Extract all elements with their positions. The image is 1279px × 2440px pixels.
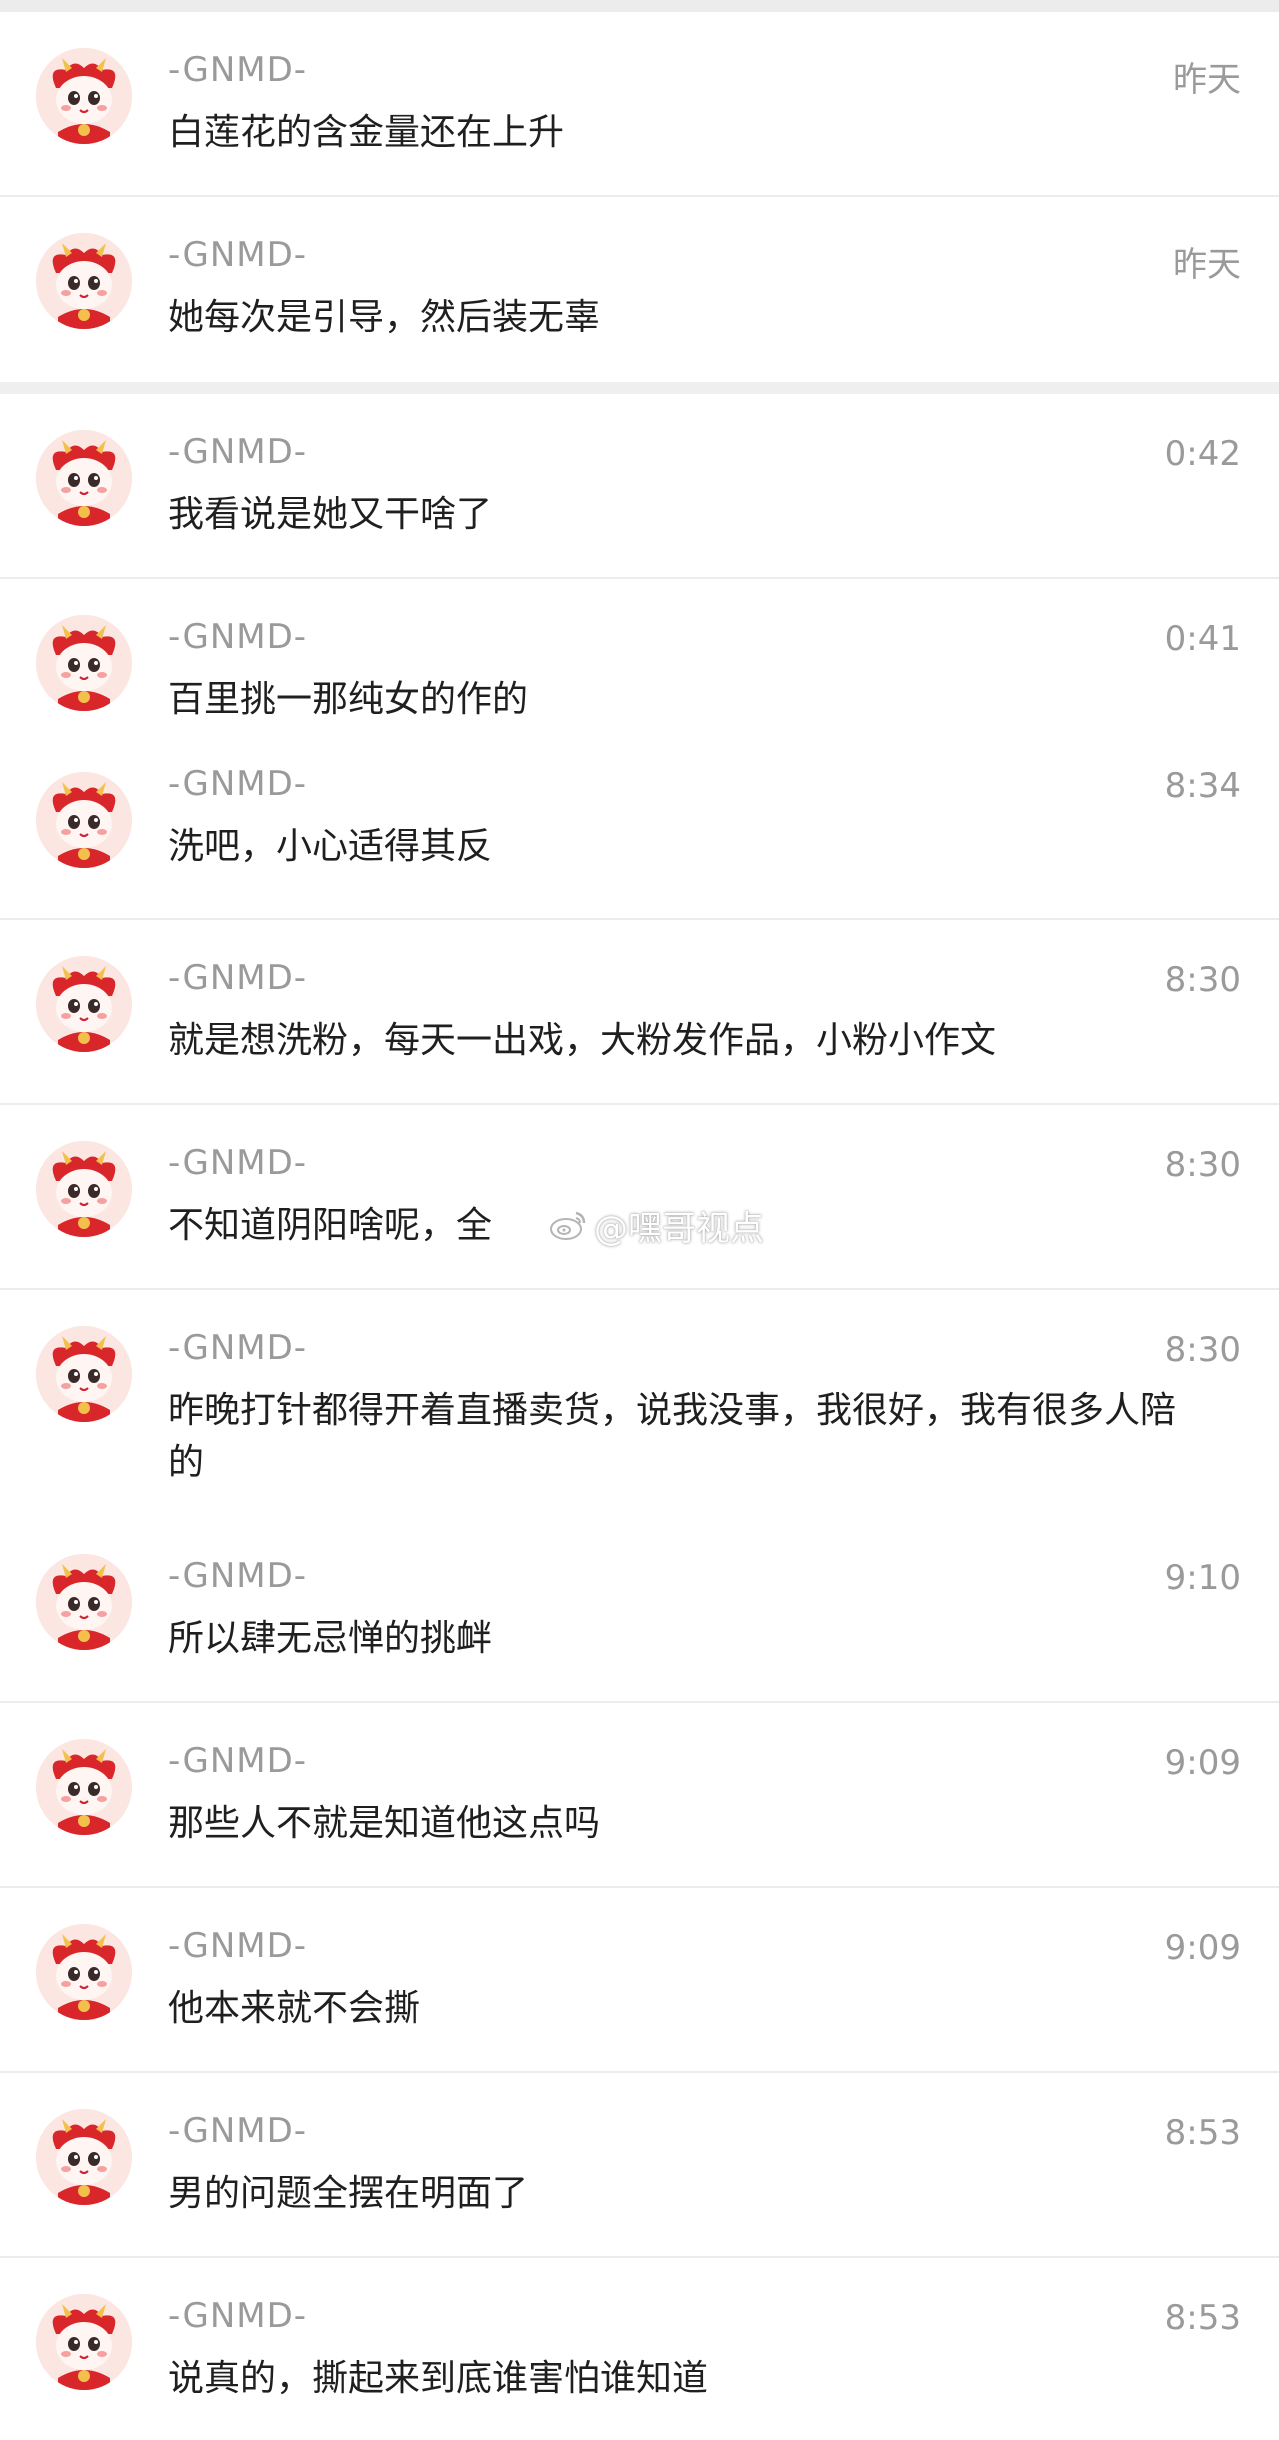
chat-row[interactable]: -GNMD- 9:09 那些人不就是知道他这点吗 [0,1703,1279,1888]
sender-name: -GNMD- [168,2111,308,2151]
sender-name: -GNMD- [168,1143,308,1183]
message-preview: 洗吧，小心适得其反 [168,826,493,867]
chat-row[interactable]: -GNMD- 9:10 所以肆无忌惮的挑衅 [0,1518,1279,1703]
chat-row[interactable]: -GNMD- 0:42 我看说是她又干啥了 [0,394,1279,579]
message-preview: 百里挑一那纯女的作的 [168,679,529,720]
chat-row[interactable]: -GNMD- 昨天 白莲花的含金量还在上升 [0,12,1279,197]
chat-row[interactable]: -GNMD- 9:09 他本来就不会撕 [0,1888,1279,2073]
avatar[interactable] [36,1554,132,1650]
avatar[interactable] [36,1141,132,1237]
message-time: 9:09 [1164,1743,1241,1783]
message-time: 8:30 [1164,960,1241,1000]
message-time: 8:53 [1164,2298,1241,2338]
avatar[interactable] [36,615,132,711]
avatar[interactable] [36,956,132,1052]
message-time: 8:30 [1164,1330,1241,1370]
chat-row[interactable]: -GNMD- 8:30 就是想洗粉，每天一出戏，大粉发作品，小粉小作文 [0,920,1279,1105]
dragon-avatar-icon [36,1739,132,1835]
message-time: 昨天 [1173,245,1241,285]
chat-row[interactable]: -GNMD- 8:30 昨晚打针都得开着直播卖货，说我没事，我很好，我有很多人陪… [0,1290,1279,1518]
avatar[interactable] [36,1739,132,1835]
dragon-avatar-icon [36,233,132,329]
message-time: 0:41 [1164,619,1241,659]
dragon-avatar-icon [36,956,132,1052]
avatar[interactable] [36,233,132,329]
dragon-avatar-icon [36,772,132,868]
chat-row[interactable]: -GNMD- 8:34 洗吧，小心适得其反 [0,734,1279,920]
sender-name: -GNMD- [168,2296,308,2336]
message-preview: 他本来就不会撕 [168,1988,421,2029]
message-time: 9:10 [1164,1558,1241,1598]
message-preview: 我看说是她又干啥了 [168,494,493,535]
dragon-avatar-icon [36,430,132,526]
avatar[interactable] [36,48,132,144]
dragon-avatar-icon [36,2109,132,2205]
dragon-avatar-icon [36,1554,132,1650]
message-preview: 不知道阴阳啥呢，全 [168,1205,493,1246]
avatar[interactable] [36,772,132,868]
avatar[interactable] [36,1924,132,2020]
message-time: 8:34 [1164,766,1241,806]
sender-name: -GNMD- [168,235,308,275]
message-time: 昨天 [1173,60,1241,100]
avatar[interactable] [36,2109,132,2205]
sender-name: -GNMD- [168,1556,308,1596]
sender-name: -GNMD- [168,50,308,90]
chat-row[interactable]: -GNMD- 0:41 百里挑一那纯女的作的 [0,579,1279,734]
chat-row[interactable]: -GNMD- 8:53 男的问题全摆在明面了 [0,2073,1279,2258]
message-time: 9:09 [1164,1928,1241,1968]
sender-name: -GNMD- [168,1741,308,1781]
dragon-avatar-icon [36,615,132,711]
sender-name: -GNMD- [168,1926,308,1966]
message-preview: 男的问题全摆在明面了 [168,2173,529,2214]
message-preview: 就是想洗粉，每天一出戏，大粉发作品，小粉小作文 [168,1020,997,1061]
message-time: 8:30 [1164,1145,1241,1185]
message-preview: 那些人不就是知道他这点吗 [168,1803,601,1844]
sender-name: -GNMD- [168,617,308,657]
message-time: 8:53 [1164,2113,1241,2153]
top-band [0,0,1279,12]
dragon-avatar-icon [36,2294,132,2390]
dragon-avatar-icon [36,48,132,144]
dragon-avatar-icon [36,1326,132,1422]
chat-row[interactable]: -GNMD- 8:53 说真的，撕起来到底谁害怕谁知道 [0,2258,1279,2440]
avatar[interactable] [36,2294,132,2390]
avatar[interactable] [36,430,132,526]
section-gap [0,382,1279,394]
message-preview: 说真的，撕起来到底谁害怕谁知道 [168,2358,709,2399]
dragon-avatar-icon [36,1924,132,2020]
chat-row[interactable]: -GNMD- 8:30 不知道阴阳啥呢，全 [0,1105,1279,1290]
sender-name: -GNMD- [168,958,308,998]
message-preview: 她每次是引导，然后装无辜 [168,297,601,338]
message-preview: 白莲花的含金量还在上升 [168,112,565,153]
sender-name: -GNMD- [168,1328,308,1368]
message-preview: 所以肆无忌惮的挑衅 [168,1618,493,1659]
avatar[interactable] [36,1326,132,1422]
chat-row[interactable]: -GNMD- 昨天 她每次是引导，然后装无辜 [0,197,1279,382]
sender-name: -GNMD- [168,432,308,472]
message-time: 0:42 [1164,434,1241,474]
dragon-avatar-icon [36,1141,132,1237]
message-preview: 昨晚打针都得开着直播卖货，说我没事，我很好，我有很多人陪的 [168,1390,1177,1483]
sender-name: -GNMD- [168,764,308,804]
